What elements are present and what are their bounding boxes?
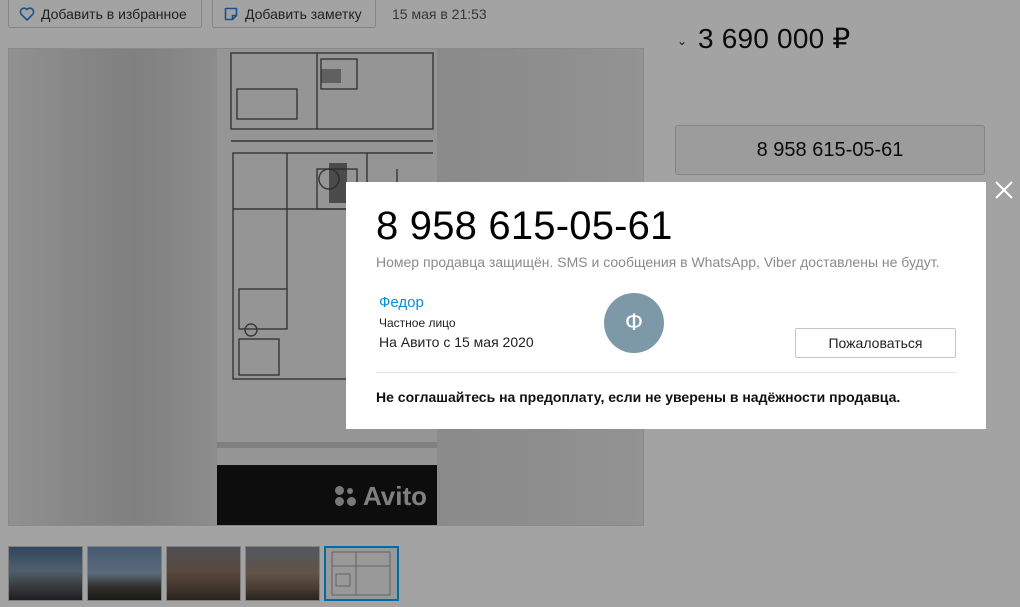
seller-type: Частное лицо — [379, 316, 456, 330]
prepayment-warning: Не соглашайтесь на предоплату, если не у… — [376, 389, 901, 405]
seller-name-link[interactable]: Федор — [379, 294, 424, 311]
avatar-letter: Ф — [624, 309, 644, 336]
seller-since: На Авито с 15 мая 2020 — [379, 334, 534, 350]
report-button[interactable]: Пожаловаться — [795, 328, 956, 358]
divider — [376, 372, 956, 373]
phone-protection-note: Номер продавца защищён. SMS и сообщения … — [376, 254, 940, 270]
avatar[interactable]: Ф — [604, 293, 664, 353]
seller-phone-number[interactable]: 8 958 615-05-61 — [376, 204, 673, 249]
phone-modal: 8 958 615-05-61 Номер продавца защищён. … — [346, 182, 986, 429]
close-icon[interactable] — [992, 178, 1016, 202]
